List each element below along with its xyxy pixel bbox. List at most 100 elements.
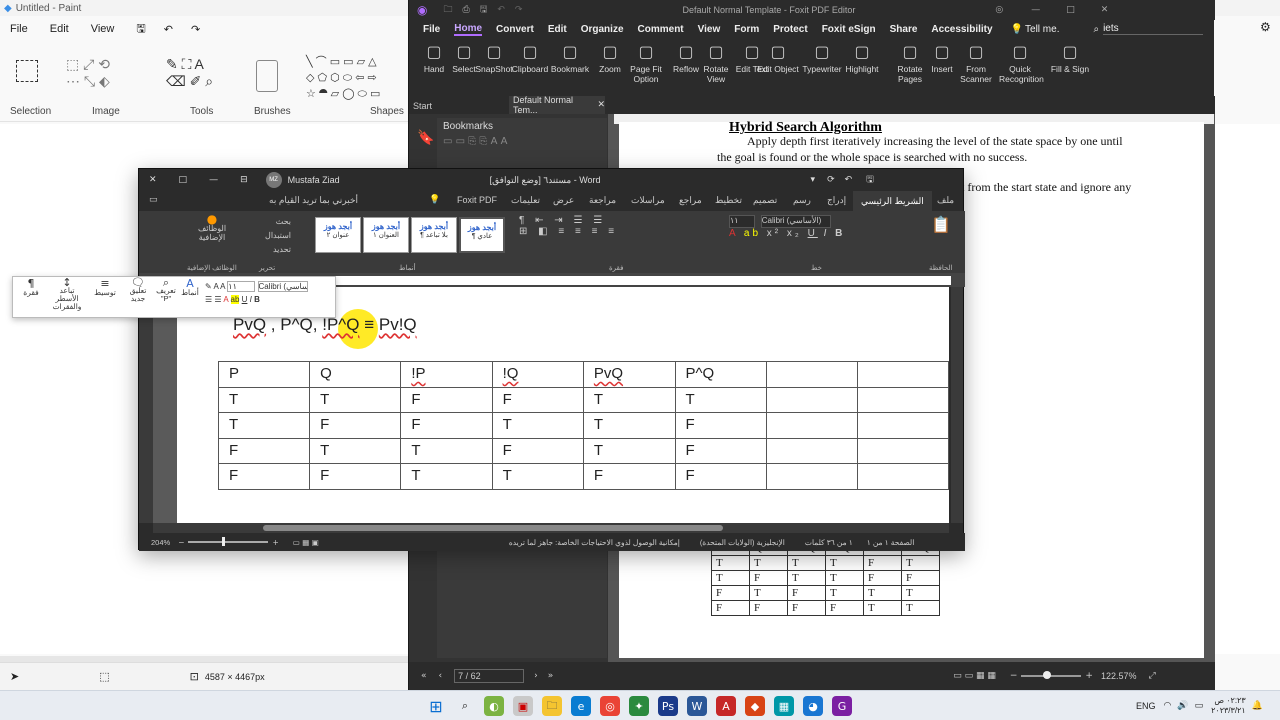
zoom-thumb[interactable] [1043,671,1052,679]
tab-insert[interactable]: إدراج [827,195,846,206]
explorer-widget-icon[interactable]: ◐ [484,696,504,716]
mini-font-controls[interactable]: ✎ A A ١١ Calibri (الأساسي) ☰ ☰ A ab U I … [205,281,333,308]
accessibility-status[interactable]: إمكانية الوصول لذوي الاحتياجات الخاصة: ج… [509,538,680,547]
table-cell[interactable]: F [217,463,311,490]
view-icons[interactable]: ▭ ▦ ▣ [293,538,319,547]
language-status[interactable]: الإنجليزية (الولايات المتحدة) [700,538,785,547]
table-header-cell[interactable] [857,361,949,388]
wifi-icon[interactable]: ◠ [1164,701,1172,711]
fx-menu-comment[interactable]: Comment [638,24,684,35]
minimize-icon[interactable]: — [209,175,218,185]
style-normal[interactable]: أبجد هوز ¶ عادي [459,217,505,253]
shapes-grid[interactable]: ╲ ⌒ ▭ ▭ ▱ △ ◇ ⬠ ⬡ ⬭ ⇦ ⇨ ☆ ⯊ ▱ ◯ ⬭ ▭ [306,54,406,102]
search-icon[interactable]: ⌕ [455,696,475,716]
style-heading1[interactable]: أبجد هوز العنوان ١ [363,217,409,253]
save-icon[interactable]: 🖫 [136,20,145,39]
word-zoom-slider[interactable] [188,537,269,546]
start-icon[interactable]: ⊞ [426,696,446,716]
table-cell[interactable]: T [309,386,402,414]
word-v-scrollbar[interactable] [951,287,963,523]
paint-menu-file[interactable]: File [10,23,28,35]
table-header-cell[interactable] [766,361,859,388]
table-cell[interactable]: T [582,412,676,439]
paste-button[interactable]: 📋 [923,215,959,235]
table-cell[interactable]: T [217,412,311,439]
fx-tool-clipboard[interactable]: ▢ Clipboard [509,40,551,74]
style-no-spacing[interactable]: أبجد هوز ¶ بلا تباعد [411,217,457,253]
fullscreen-icon[interactable]: ⤢ [1148,671,1155,681]
mini-paragraph[interactable]: ¶ فقرة [17,278,45,297]
fx-tool-bookmark[interactable]: ▢ Bookmark [549,40,591,74]
style-heading2[interactable]: أبجد هوز عنوان ٢ [315,217,361,253]
fx-tool-scanner[interactable]: ▢ From Scanner [955,40,997,84]
clock[interactable]: ٠٢:٢٣ ص ٢٠٢٣/٣/٢١ [1211,696,1246,716]
save-icon[interactable]: 🖫 [480,2,488,18]
page-count[interactable]: الصفحة ١ من ١ [867,538,915,547]
fx-menu-convert[interactable]: Convert [496,24,534,35]
tab-mailings[interactable]: مراسلات [631,195,665,206]
table-header-cell[interactable]: Q [309,361,402,388]
tools-group[interactable]: ✎ ⛶ A ⌫ ✐ ⌕ [166,56,236,90]
zoom-out-icon[interactable]: − [1010,671,1018,681]
word-zoom-value[interactable]: 204% [151,538,170,547]
fx-tool-page-fit[interactable]: ▢ Page Fit Option [625,40,667,84]
zoom-out-icon[interactable]: − [178,538,184,547]
mini-define[interactable]: ⌕ تعريف "P" [153,277,179,303]
tab-review[interactable]: مراجعة [589,195,616,206]
addins-button[interactable]: ● الوظائف الإضافية [191,213,233,242]
table-cell[interactable]: F [674,463,768,490]
select-button[interactable]: تحديد [243,243,291,257]
mini-spacing[interactable]: ↕ تباعد الأسطر والفقرات [47,277,87,311]
app-icon-2[interactable]: ✦ [629,696,649,716]
fx-menu-protect[interactable]: Protect [773,24,807,35]
find-button[interactable]: بحث [243,215,291,229]
account-icon[interactable]: ◎ [995,5,1003,15]
acrobat-icon[interactable]: A [716,696,736,716]
table-cell[interactable] [857,412,949,439]
bookmark-tools[interactable]: ▭ ▭ ⎘ ⎘ A A [443,136,507,147]
word-zoom-thumb[interactable] [222,537,226,546]
fx-search-input[interactable]: iets [1103,23,1204,35]
word-icon[interactable]: W [687,696,707,716]
tab-layout[interactable]: تخطيط [715,195,742,206]
bookmark-panel-icon[interactable]: 🔖 [417,130,434,146]
mini-comment[interactable]: 🗨 تعليق جديد [123,277,153,303]
highlight-icon[interactable]: ab [744,228,761,239]
table-header-cell[interactable]: PvQ [582,361,676,388]
photoshop-icon[interactable]: Ps [658,696,678,716]
word-count[interactable]: ١ من ٣٦ كلمات [805,538,853,547]
table-cell[interactable]: T [309,437,402,465]
table-cell[interactable]: F [217,437,311,465]
word-page[interactable]: PvQ , P^Q, !P^Q ≡ Pv!Q P Q !P !Q PvQ P^Q T T F F T… [177,287,949,523]
zoom-in-icon[interactable]: + [1085,671,1093,681]
fx-tool-edit-object[interactable]: ▢ Edit Object [757,40,799,74]
save-icon[interactable]: 🖫 [866,172,874,188]
fx-tool-typewriter[interactable]: ▢ Typewriter [801,40,843,74]
quick-access-more-icon[interactable]: ▾ [811,175,816,185]
zoom-slider[interactable] [1021,671,1082,679]
table-cell[interactable] [766,437,859,465]
fx-menu-share[interactable]: Share [890,24,918,35]
undo-icon[interactable]: ↶ [845,175,853,185]
battery-icon[interactable]: ▭ [1195,701,1204,711]
table-cell[interactable]: F [491,386,584,414]
table-cell[interactable]: F [309,412,402,439]
table-cell[interactable]: T [400,437,493,465]
mini-font-name[interactable]: Calibri (الأساسي) [257,281,308,292]
table-cell[interactable]: F [400,386,493,414]
zoom-in-icon[interactable]: + [272,538,278,547]
paint-menu-view[interactable]: View [91,23,115,35]
fx-menu-home[interactable]: Home [454,23,483,36]
table-cell[interactable]: T [491,412,584,439]
prev-page-icon[interactable]: ‹ [439,671,443,681]
autosave-icon[interactable]: ⟳ [827,175,835,185]
undo-icon[interactable]: ↶ [497,5,505,15]
font-name-box[interactable]: Calibri (الأساسي) [760,215,831,228]
tab-references[interactable]: مراجع [679,195,702,206]
close-icon[interactable]: ✕ [149,175,157,185]
table-cell[interactable]: F [491,437,584,465]
fx-tool-sign[interactable]: ▢ Fill & Sign [1049,40,1091,74]
redo-icon[interactable]: ↷ [191,23,200,36]
tab-help[interactable]: تعليمات [511,195,540,206]
next-page-icon[interactable]: › [534,671,538,681]
